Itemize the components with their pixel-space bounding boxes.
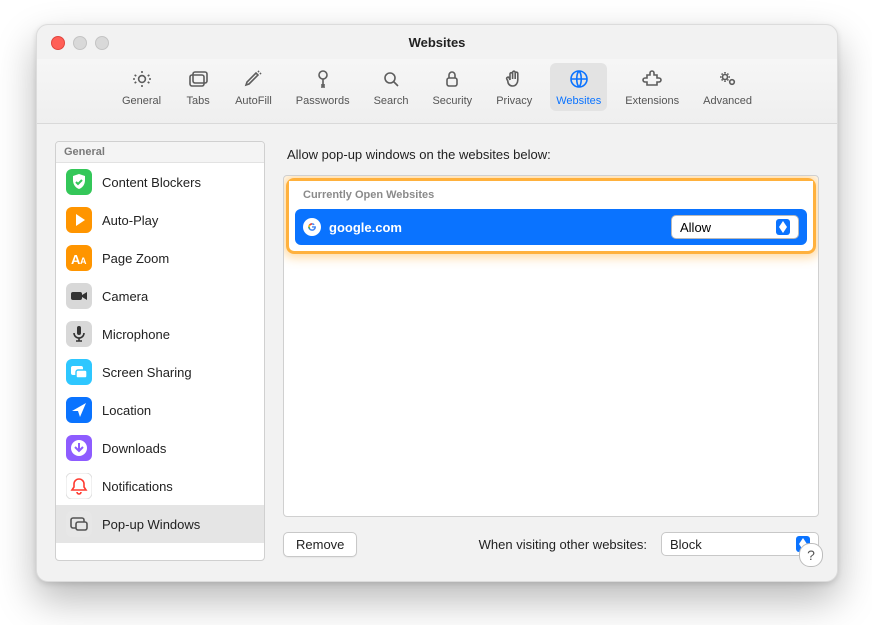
tab-passwords[interactable]: Passwords [290, 63, 356, 111]
sidebar-item-location[interactable]: Location [56, 391, 264, 429]
gear-icon [129, 67, 155, 91]
sidebar-item-label: Camera [102, 289, 148, 304]
location-arrow-icon [66, 397, 92, 423]
sidebar-header: General [56, 142, 264, 163]
website-list: Currently Open Websites google.com Allow [283, 175, 819, 517]
microphone-icon [66, 321, 92, 347]
sidebar-item-notifications[interactable]: Notifications [56, 467, 264, 505]
sidebar-item-microphone[interactable]: Microphone [56, 315, 264, 353]
globe-icon [566, 67, 592, 91]
sidebar-item-camera[interactable]: Camera [56, 277, 264, 315]
remove-button[interactable]: Remove [283, 532, 357, 557]
sidebar-item-label: Content Blockers [102, 175, 201, 190]
tab-advanced[interactable]: Advanced [697, 63, 758, 111]
camera-icon [66, 283, 92, 309]
screen-sharing-icon [66, 359, 92, 385]
sidebar-item-label: Auto-Play [102, 213, 158, 228]
tab-websites[interactable]: Websites [550, 63, 607, 111]
play-icon [66, 207, 92, 233]
sidebar-item-label: Pop-up Windows [102, 517, 200, 532]
preferences-toolbar: General Tabs AutoFill Passwords Search S… [37, 59, 837, 124]
double-gear-icon [715, 67, 741, 91]
select-arrows-icon [776, 219, 790, 235]
other-websites-select[interactable]: Block [661, 532, 819, 556]
sidebar-item-label: Notifications [102, 479, 173, 494]
tab-autofill[interactable]: AutoFill [229, 63, 278, 111]
row-permission-value: Allow [680, 220, 711, 235]
list-section-header: Currently Open Websites [289, 181, 813, 209]
website-row[interactable]: google.com Allow [295, 209, 807, 245]
window-controls [51, 36, 109, 50]
sidebar-item-label: Microphone [102, 327, 170, 342]
svg-text:A: A [80, 256, 87, 266]
other-websites-value: Block [670, 537, 702, 552]
settings-sidebar: General Content Blockers Auto-Play AA Pa… [55, 141, 265, 561]
tabs-icon [185, 67, 211, 91]
sidebar-item-label: Downloads [102, 441, 166, 456]
pen-sparkle-icon [240, 67, 266, 91]
page-zoom-icon: AA [66, 245, 92, 271]
close-window-button[interactable] [51, 36, 65, 50]
tutorial-highlight: Currently Open Websites google.com Allow [286, 178, 816, 254]
preferences-window: Websites General Tabs AutoFill Passwords… [36, 24, 838, 582]
sidebar-item-screen-sharing[interactable]: Screen Sharing [56, 353, 264, 391]
sidebar-item-content-blockers[interactable]: Content Blockers [56, 163, 264, 201]
sidebar-item-auto-play[interactable]: Auto-Play [56, 201, 264, 239]
bell-icon [66, 473, 92, 499]
lock-icon [439, 67, 465, 91]
tab-search[interactable]: Search [368, 63, 415, 111]
key-icon [310, 67, 336, 91]
titlebar: Websites [37, 25, 837, 59]
website-domain: google.com [329, 220, 663, 235]
search-icon [378, 67, 404, 91]
content-pane: Allow pop-up windows on the websites bel… [283, 141, 819, 561]
google-favicon-icon [303, 218, 321, 236]
sidebar-item-page-zoom[interactable]: AA Page Zoom [56, 239, 264, 277]
tab-general[interactable]: General [116, 63, 167, 111]
sidebar-item-downloads[interactable]: Downloads [56, 429, 264, 467]
sidebar-item-popup-windows[interactable]: Pop-up Windows [56, 505, 264, 543]
popup-window-icon [66, 511, 92, 537]
help-button[interactable]: ? [799, 543, 823, 567]
window-title: Websites [409, 35, 466, 50]
minimize-window-button[interactable] [73, 36, 87, 50]
tab-security[interactable]: Security [426, 63, 478, 111]
download-icon [66, 435, 92, 461]
sidebar-item-label: Page Zoom [102, 251, 169, 266]
instruction-text: Allow pop-up windows on the websites bel… [287, 147, 815, 162]
sidebar-item-label: Screen Sharing [102, 365, 192, 380]
tab-tabs[interactable]: Tabs [179, 63, 217, 111]
tab-privacy[interactable]: Privacy [490, 63, 538, 111]
puzzle-icon [639, 67, 665, 91]
zoom-window-button[interactable] [95, 36, 109, 50]
hand-icon [501, 67, 527, 91]
shield-check-icon [66, 169, 92, 195]
row-permission-select[interactable]: Allow [671, 215, 799, 239]
other-websites-label: When visiting other websites: [479, 537, 647, 552]
sidebar-item-label: Location [102, 403, 151, 418]
tab-extensions[interactable]: Extensions [619, 63, 685, 111]
bottom-controls: Remove When visiting other websites: Blo… [283, 527, 819, 561]
